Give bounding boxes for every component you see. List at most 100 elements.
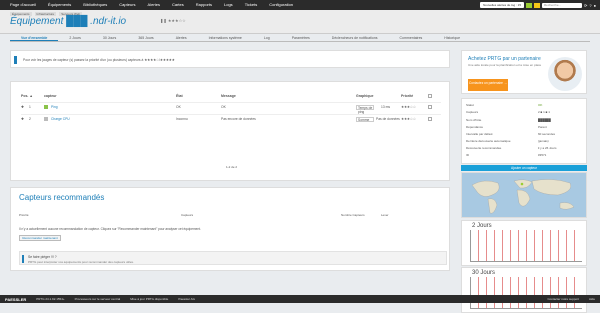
menu-libraries[interactable]: Bibliothèques <box>77 0 113 10</box>
tab-bar: Vue d'ensemble 2 Jours 30 Jours 365 Jour… <box>10 34 590 42</box>
col-sensors: Capteurs <box>181 213 194 217</box>
col-graph[interactable]: Graphique <box>356 94 374 98</box>
device-details: Statut OK Capteurs 2 ■ 1 ■ 1 Nom d'hôte … <box>461 98 587 164</box>
col-position[interactable]: Pos. ▲ <box>21 94 33 98</box>
warning-status-badge[interactable] <box>533 2 540 8</box>
detail-value: OK <box>538 103 543 107</box>
col-message[interactable]: Message <box>221 94 236 98</box>
info-stripe <box>14 56 17 64</box>
footer-bar: PAESSLER PRTG 24.1.92.1554+ Processeurs … <box>0 295 600 303</box>
sensor-name[interactable]: Ping <box>51 105 58 109</box>
detail-label: Dernière découverte automatique <box>466 139 511 143</box>
menu-logs[interactable]: Logs <box>218 0 239 10</box>
sensor-state: OK <box>176 105 181 109</box>
sensor-name[interactable]: Charge CPU <box>51 117 70 121</box>
menu-home[interactable]: Page d'accueil <box>4 0 42 10</box>
help-icon[interactable]: ? <box>589 3 591 8</box>
contact-support-link[interactable]: Contacter notre support <box>542 297 584 301</box>
tab-system-info[interactable]: Informations système <box>198 34 253 41</box>
recommend-now-button[interactable]: Recommander maintenant <box>19 235 61 241</box>
chart-title: 30 Jours <box>472 270 496 276</box>
gauge-panel: Pour voir les jauges de capteur (s) pass… <box>10 50 450 68</box>
world-map-graphic <box>471 179 575 214</box>
detail-value: 2 ■ 1 ■ 1 <box>538 110 550 114</box>
page-header: Équipements Infrastructure Serveurs Web … <box>0 10 600 34</box>
col-action: Lever <box>381 213 389 217</box>
stars-rating[interactable]: ★★★☆☆ <box>168 18 186 23</box>
chart-title: 2 Jours <box>472 223 492 229</box>
priority-stars[interactable]: ★★★☆☆ <box>401 117 416 121</box>
row-position: 2 <box>29 117 31 121</box>
partner-photo <box>548 57 582 91</box>
user-icon[interactable]: ● <box>594 3 596 8</box>
detail-value: (jamais) <box>538 139 549 143</box>
menu-devices[interactable]: Équipements <box>42 0 77 10</box>
tab-overview[interactable]: Vue d'ensemble <box>10 34 59 41</box>
move-handle-icon[interactable]: ✚ <box>21 105 24 109</box>
footer-probe[interactable]: Processeurs sur le serveur central <box>70 297 126 301</box>
chart-2-days[interactable]: 2 Jours <box>461 220 587 266</box>
row-checkbox[interactable] <box>428 105 432 109</box>
col-sensor-count: Nombre Capteurs <box>341 213 365 217</box>
footer-right: Contacter notre support Aide <box>542 297 600 301</box>
footer-update[interactable]: Mise à jour PRTG disponible <box>125 297 173 301</box>
tab-settings[interactable]: Paramètres <box>281 34 321 41</box>
priority-stars[interactable]: ★★★☆☆ <box>401 105 416 109</box>
table-row[interactable]: ✚ 2 Charge CPU Inconnu Pas encore de don… <box>21 114 441 122</box>
move-handle-icon[interactable]: ✚ <box>21 117 24 121</box>
sensor-table: Pos. ▲ capteur État Message Graphique Pr… <box>10 81 450 181</box>
tab-365-days[interactable]: 365 Jours <box>127 34 164 41</box>
tab-comments[interactable]: Commentaires <box>389 34 434 41</box>
ping-sensor-icon <box>44 105 48 109</box>
main-menu: Page d'accueil Équipements Bibliothèques… <box>0 0 299 10</box>
detail-label: Statut <box>466 103 474 107</box>
tab-alerts[interactable]: Alertes <box>165 34 198 41</box>
detail-value: Parent <box>538 125 547 129</box>
detail-value: ██████ <box>538 118 551 122</box>
chart-30-days[interactable]: 30 Jours <box>461 267 587 313</box>
row-checkbox[interactable] <box>428 117 432 121</box>
partner-ad: Achetez PRTG par un partenaire Une aide … <box>461 50 587 94</box>
select-all-checkbox[interactable] <box>428 94 432 98</box>
tab-log[interactable]: Log <box>253 34 281 41</box>
refresh-icon[interactable]: ⟳ <box>584 3 587 8</box>
contact-partner-button[interactable]: Contactez un partenaire → <box>468 79 508 91</box>
menu-alerts[interactable]: Alertes <box>142 0 166 10</box>
top-navigation-bar: Page d'accueil Équipements Bibliothèques… <box>0 0 600 10</box>
table-pager[interactable]: 1-2 de 2 <box>226 165 237 169</box>
new-log-alerts[interactable]: Nouvelles alertes de log : 15 <box>480 2 524 8</box>
graph-select[interactable]: Somme <box>356 117 374 122</box>
detail-label: Intervalle par défaut <box>466 132 493 136</box>
paessler-logo: PAESSLER <box>5 296 27 302</box>
tab-history[interactable]: Historique <box>433 34 471 41</box>
graph-select[interactable]: Temps de ping <box>356 105 374 114</box>
menu-reports[interactable]: Rapports <box>190 0 218 10</box>
tab-30-days[interactable]: 30 Jours <box>92 34 127 41</box>
sensor-state: Inconnu <box>176 117 188 121</box>
world-map[interactable] <box>461 172 587 218</box>
info-text: PRTG peut interpréter vos équipements po… <box>28 260 134 264</box>
add-sensor-button[interactable]: Ajouter un capteur <box>461 165 587 171</box>
detail-value: 60 secondes <box>538 132 556 136</box>
menu-maps[interactable]: Cartes <box>166 0 190 10</box>
detail-label: Dépendance <box>466 125 484 129</box>
menu-sensors[interactable]: Capteurs <box>113 0 141 10</box>
tab-notification-triggers[interactable]: Déclencheurs de notifications <box>321 34 389 41</box>
table-row[interactable]: ✚ 1 Ping OK OK Temps de ping 13 ms ★★★☆☆ <box>21 102 441 114</box>
col-priority[interactable]: Priorité <box>401 94 413 98</box>
detail-value: #3571 <box>538 153 547 157</box>
no-recommendation-note: Il n'y a actuellement aucune recommandat… <box>19 227 202 231</box>
help-link[interactable]: Aide <box>584 297 600 301</box>
info-title: Se faire piéger !!! ? <box>28 255 57 259</box>
search-input[interactable]: Recherche... <box>541 2 582 8</box>
ok-status-badge[interactable] <box>525 2 532 8</box>
menu-configuration[interactable]: Configuration <box>263 0 299 10</box>
tab-2-days[interactable]: 2 Jours <box>58 34 91 41</box>
section-title: Capteurs recommandés <box>19 193 105 202</box>
cpu-sensor-icon <box>44 117 48 121</box>
col-sensor[interactable]: capteur <box>44 94 57 98</box>
menu-tickets[interactable]: Tickets <box>239 0 264 10</box>
pause-icon[interactable]: ❚❚ <box>160 18 167 23</box>
col-state[interactable]: État <box>176 94 183 98</box>
recommended-sensors-panel: Capteurs recommandés Priorité Capteurs N… <box>10 187 450 271</box>
